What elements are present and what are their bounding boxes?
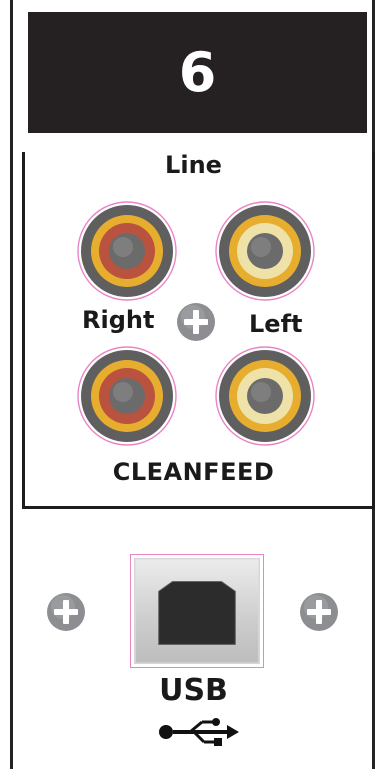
left-screw	[46, 592, 86, 632]
screw-icon	[300, 593, 338, 631]
channel-number-box: 6	[28, 12, 367, 133]
rca-jack-icon	[77, 346, 177, 446]
line-left-rca-jack[interactable]	[214, 200, 316, 302]
usb-label: USB	[159, 673, 228, 708]
cleanfeed-label: CLEANFEED	[112, 458, 275, 486]
cleanfeed-right-rca-jack[interactable]	[76, 345, 178, 447]
usb-icon	[159, 718, 239, 746]
usb-port[interactable]	[134, 558, 260, 664]
line-label: Line	[165, 151, 222, 179]
rca-jack-icon	[215, 201, 315, 301]
right-label: Right	[82, 306, 155, 334]
screw-icon	[47, 593, 85, 631]
rca-jack-icon	[215, 346, 315, 446]
line-right-rca-jack[interactable]	[76, 200, 178, 302]
channel-number: 6	[178, 41, 217, 104]
usb-symbol	[157, 715, 241, 749]
right-screw	[299, 592, 339, 632]
screw-icon	[177, 303, 215, 341]
center-screw	[176, 302, 216, 342]
usb-port-frame[interactable]	[130, 554, 264, 668]
rca-jack-icon	[77, 201, 177, 301]
left-label: Left	[249, 310, 303, 338]
cleanfeed-left-rca-jack[interactable]	[214, 345, 316, 447]
usb-port-icon	[135, 559, 259, 663]
